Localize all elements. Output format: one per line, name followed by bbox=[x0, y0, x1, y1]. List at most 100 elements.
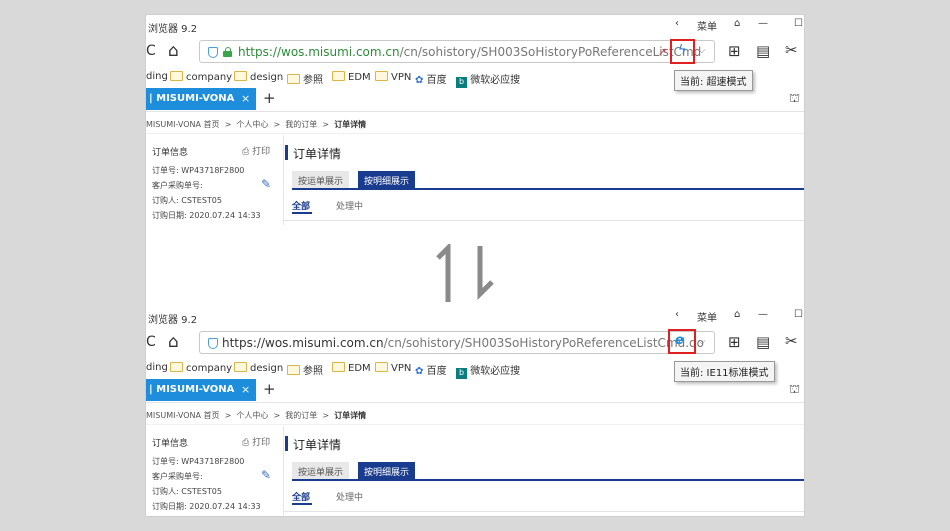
folder-icon bbox=[287, 365, 300, 375]
skin-icon[interactable]: ⌂ bbox=[734, 18, 740, 29]
bookmark-item[interactable]: VPN bbox=[375, 71, 411, 83]
menu-button[interactable]: 菜单 bbox=[697, 18, 717, 33]
store-icon[interactable]: ⛫ bbox=[789, 382, 800, 398]
bookmark-item[interactable]: design bbox=[234, 71, 283, 83]
filter-all[interactable]: 全部 bbox=[292, 490, 310, 503]
bookmark-item[interactable]: 参照 bbox=[287, 71, 323, 86]
breadcrumb-orders[interactable]: 我的订单 bbox=[285, 120, 317, 129]
tab-by-detail[interactable]: 按明细展示 bbox=[358, 462, 416, 479]
divider bbox=[146, 133, 804, 134]
bookmark-item[interactable]: ✿ 百度 bbox=[415, 362, 447, 377]
tab-by-detail[interactable]: 按明细展示 bbox=[358, 171, 416, 188]
baidu-icon: ✿ bbox=[415, 366, 424, 377]
breadcrumb-home[interactable]: MISUMI-VONA 首页 bbox=[146, 411, 220, 420]
mode-highlight-box bbox=[670, 39, 695, 64]
refresh-icon[interactable]: C bbox=[146, 43, 156, 59]
new-tab-button[interactable]: + bbox=[263, 89, 276, 107]
folder-icon bbox=[234, 71, 247, 81]
reader-icon[interactable]: ▤ bbox=[756, 42, 770, 60]
address-bar[interactable]: https://wos.misumi.com.cn/cn/sohistory/S… bbox=[199, 331, 715, 354]
breadcrumb: MISUMI-VONA 首页 > 个人中心 > 我的订单 > 订单详情 bbox=[146, 411, 367, 420]
close-icon[interactable]: × bbox=[241, 383, 250, 396]
folder-icon bbox=[375, 362, 388, 372]
print-button[interactable]: ⎙ 打印 bbox=[242, 144, 270, 157]
reader-icon[interactable]: ▤ bbox=[756, 333, 770, 351]
browser-tab[interactable]: | MISUMI-VONA × bbox=[146, 88, 256, 110]
edit-icon[interactable]: ✎ bbox=[261, 177, 271, 191]
customer-po: 客户采购单号: bbox=[152, 472, 203, 481]
chevron-left-icon[interactable]: ‹ bbox=[675, 309, 679, 320]
filter-processing[interactable]: 处理中 bbox=[336, 199, 363, 212]
scissors-icon[interactable]: ✂ bbox=[785, 41, 798, 59]
window-title: 浏览器 9.2 bbox=[148, 24, 198, 35]
divider bbox=[283, 135, 284, 225]
filter-processing[interactable]: 处理中 bbox=[336, 490, 363, 503]
breadcrumb-center[interactable]: 个人中心 bbox=[236, 411, 268, 420]
minimize-icon[interactable]: — bbox=[758, 18, 768, 29]
store-icon[interactable]: ⛫ bbox=[789, 91, 800, 107]
breadcrumb-orders[interactable]: 我的订单 bbox=[285, 411, 317, 420]
bookmark-item[interactable]: EDM bbox=[332, 71, 371, 83]
mode-tooltip: 当前: 超速模式 bbox=[674, 70, 753, 91]
bing-icon: b bbox=[456, 77, 467, 88]
divider bbox=[283, 426, 284, 516]
printer-icon: ⎙ bbox=[242, 438, 250, 448]
new-tab-button[interactable]: + bbox=[263, 380, 276, 398]
breadcrumb: MISUMI-VONA 首页 > 个人中心 > 我的订单 > 订单详情 bbox=[146, 120, 367, 129]
order-number: 订单号: WP43718F2800 bbox=[152, 457, 245, 466]
chevron-left-icon[interactable]: ‹ bbox=[675, 18, 679, 29]
refresh-icon[interactable]: C bbox=[146, 334, 156, 350]
breadcrumb-center[interactable]: 个人中心 bbox=[236, 120, 268, 129]
divider bbox=[146, 402, 804, 403]
filter-active-indicator bbox=[292, 503, 312, 505]
bookmark-item[interactable]: company bbox=[170, 362, 232, 374]
bookmark-item[interactable]: ✿ 百度 bbox=[415, 71, 447, 86]
bookmark-item[interactable]: VPN bbox=[375, 362, 411, 374]
home-icon[interactable]: ⌂ bbox=[168, 332, 179, 352]
address-bar[interactable]: https://wos.misumi.com.cn/cn/sohistory/S… bbox=[199, 40, 715, 63]
bookmark-item[interactable]: b 微软必应搜 bbox=[456, 71, 520, 88]
rocket-icon: ➚ bbox=[658, 45, 668, 58]
bookmark-item[interactable]: ding bbox=[146, 71, 168, 82]
apps-icon[interactable]: ⊞ bbox=[728, 42, 741, 60]
folder-icon bbox=[170, 362, 183, 372]
apps-icon[interactable]: ⊞ bbox=[728, 333, 741, 351]
tab-by-shipment[interactable]: 按运单展示 bbox=[292, 462, 350, 479]
mode-highlight-box bbox=[668, 329, 696, 354]
bookmark-item[interactable]: 参照 bbox=[287, 362, 323, 377]
close-icon[interactable]: × bbox=[241, 92, 250, 105]
bookmark-item[interactable]: company bbox=[170, 71, 232, 83]
filter-active-indicator bbox=[292, 212, 312, 214]
window-title: 浏览器 9.2 bbox=[148, 315, 198, 326]
maximize-icon[interactable]: ☐ bbox=[794, 18, 803, 29]
breadcrumb-current: 订单详情 bbox=[334, 411, 367, 420]
chevron-down-icon[interactable]: ⌵ bbox=[698, 336, 706, 347]
switch-arrows-icon bbox=[436, 244, 494, 302]
folder-icon bbox=[332, 362, 345, 372]
browser-tab[interactable]: | MISUMI-VONA × bbox=[146, 379, 256, 401]
filter-all[interactable]: 全部 bbox=[292, 199, 310, 212]
chevron-down-icon[interactable]: ⌵ bbox=[698, 45, 706, 56]
skin-icon[interactable]: ⌂ bbox=[734, 309, 740, 320]
breadcrumb-home[interactable]: MISUMI-VONA 首页 bbox=[146, 120, 220, 129]
print-button[interactable]: ⎙ 打印 bbox=[242, 435, 270, 448]
url-text: https://wos.misumi.com.cn/cn/sohistory/S… bbox=[222, 336, 705, 350]
heading-accent bbox=[285, 436, 288, 451]
edit-icon[interactable]: ✎ bbox=[261, 468, 271, 482]
folder-icon bbox=[170, 71, 183, 81]
maximize-icon[interactable]: ☐ bbox=[794, 309, 803, 320]
scissors-icon[interactable]: ✂ bbox=[785, 332, 798, 350]
breadcrumb-current: 订单详情 bbox=[334, 120, 367, 129]
home-icon[interactable]: ⌂ bbox=[168, 41, 179, 61]
folder-icon bbox=[287, 74, 300, 84]
divider bbox=[146, 424, 804, 425]
tab-by-shipment[interactable]: 按运单展示 bbox=[292, 171, 350, 188]
bookmark-item[interactable]: ding bbox=[146, 362, 168, 373]
bookmark-item[interactable]: EDM bbox=[332, 362, 371, 374]
tab-underline bbox=[292, 479, 804, 481]
minimize-icon[interactable]: — bbox=[758, 309, 768, 320]
bookmark-item[interactable]: b 微软必应搜 bbox=[456, 362, 520, 379]
menu-button[interactable]: 菜单 bbox=[697, 309, 717, 324]
bookmark-item[interactable]: design bbox=[234, 362, 283, 374]
order-info-title: 订单信息 bbox=[152, 148, 189, 158]
